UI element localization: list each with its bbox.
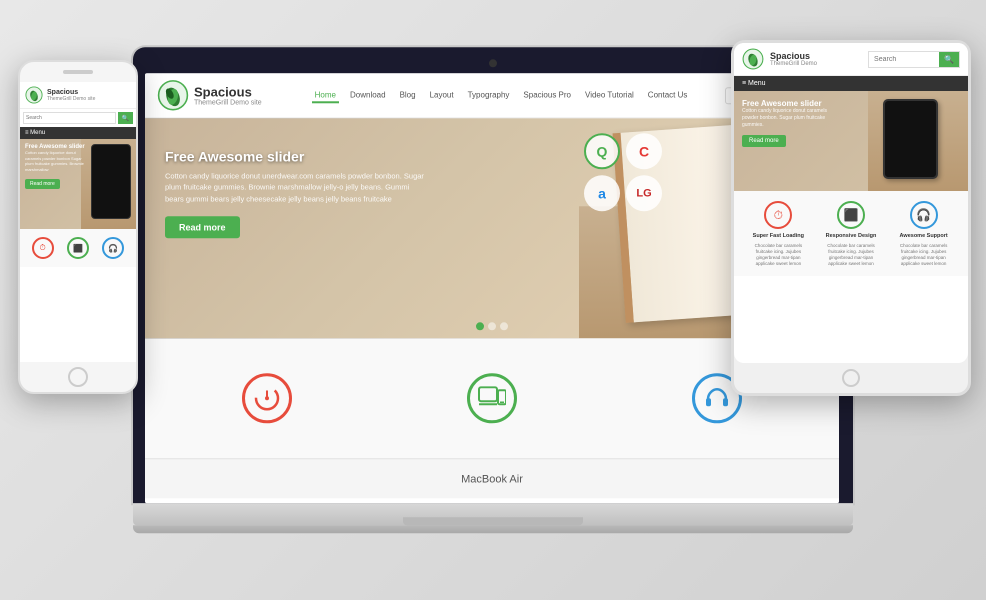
phone-screen: Spacious ThemeGrill Demo site 🔍 ≡ Menu [20,82,136,362]
phone-logo-name: Spacious [47,89,95,96]
speedometer-icon [254,385,280,411]
tablet-features: ⏱ Super Fast Loading Chocolate bar caram… [734,191,968,276]
tablet-search-button[interactable]: 🔍 [939,52,959,67]
feature-responsive [467,373,517,423]
tablet-screen: Spacious ThemeGrill Demo 🔍 ≡ Menu [734,43,968,363]
phone: Spacious ThemeGrill Demo site 🔍 ≡ Menu [18,60,138,394]
phone-speaker [63,70,93,74]
hero-content: Free Awesome slider Cotton candy liquori… [165,148,425,238]
footer-brand: MacBook Air [145,458,839,498]
tablet: Spacious ThemeGrill Demo 🔍 ≡ Menu [731,40,971,396]
logo-text: Spacious ThemeGrill Demo site [194,84,262,107]
nav-spacious-pro[interactable]: Spacious Pro [520,88,574,103]
brand-a-icon: a [584,175,620,211]
tablet-logo-sub: ThemeGrill Demo [770,61,817,67]
scene: Spacious ThemeGrill Demo site Home Downl… [0,0,986,600]
phone-home-button[interactable] [68,367,88,387]
tablet-responsive-title: Responsive Design [826,233,877,239]
laptop-camera [489,59,497,67]
phone-site-header: Spacious ThemeGrill Demo site [20,82,136,109]
tablet-logo-icon [742,48,764,70]
phone-support-icon: 🎧 [102,237,124,259]
tablet-hero-content: Free Awesome slider Cotton candy liquori… [742,99,842,147]
phone-search-input[interactable] [23,112,116,124]
tablet-site-header: Spacious ThemeGrill Demo 🔍 [734,43,968,76]
site-nav: Home Download Blog Layout Typography Spa… [277,88,725,103]
tablet-responsive-icon: ⬛ [837,201,865,229]
brand-c-icon: C [626,133,662,169]
tablet-support-icon: 🎧 [910,201,938,229]
hero-cta-button[interactable]: Read more [165,216,240,238]
tablet-menu-label: ≡ Menu [742,80,766,87]
phone-menu-bar[interactable]: ≡ Menu [20,127,136,139]
hero-dot-3[interactable] [500,322,508,330]
tablet-search-input[interactable] [869,54,939,65]
brand-icons-grid: Q C a LG [584,133,662,211]
tablet-hero-title: Free Awesome slider [742,99,842,108]
tablet-bottom [734,363,968,393]
tablet-hero-desc: Cotton candy liquorice donut caramels po… [742,108,842,129]
site-logo: Spacious ThemeGrill Demo site [157,79,277,111]
fast-icon-circle [242,373,292,423]
tablet-hero-button[interactable]: Read more [742,135,786,147]
logo-tagline: ThemeGrill Demo site [194,100,262,107]
logo-name: Spacious [194,84,262,100]
tablet-responsive-desc: Chocolate bar caramels fruitcake icing. … [821,243,881,266]
tablet-logo-name: Spacious [770,51,817,61]
tablet-hero: Free Awesome slider Cotton candy liquori… [734,91,968,191]
nav-home[interactable]: Home [312,88,339,103]
lg-icon: LG [626,175,662,211]
nav-typography[interactable]: Typography [465,88,513,103]
laptop-foot [133,525,853,533]
responsive-icon-circle [467,373,517,423]
hero-title: Free Awesome slider [165,148,425,164]
tablet-feature-responsive: ⬛ Responsive Design Chocolate bar carame… [821,201,881,266]
hero-desc: Cotton candy liquorice donut unerdwear.c… [165,170,425,204]
nav-blog[interactable]: Blog [397,88,419,103]
phone-fast-icon: ⏱ [32,237,54,259]
tablet-menu-bar[interactable]: ≡ Menu [734,76,968,91]
quark-icon: Q [584,133,620,169]
nav-layout[interactable]: Layout [427,88,457,103]
phone-hero-content: Free Awesome slider Cotton candy liquori… [25,144,90,190]
tablet-fast-title: Super Fast Loading [753,233,804,239]
phone-search-bar: 🔍 [20,109,136,127]
nav-contact[interactable]: Contact Us [645,88,691,103]
site-logo-icon [157,79,189,111]
phone-bottom [20,362,136,392]
phone-logo-icon [25,86,43,104]
phone-logo-info: Spacious ThemeGrill Demo site [47,89,95,102]
tablet-search-area: 🔍 [868,51,960,68]
phone-icons-mini: ⏱ ⬛ 🎧 [20,229,136,267]
phone-top [20,62,136,82]
tablet-home-button[interactable] [842,369,860,387]
laptop-base [133,503,853,525]
phone-hero-desc: Cotton candy liquorice donut caramels po… [25,150,90,172]
phone-hero-button[interactable]: Read more [25,179,60,189]
tablet-support-desc: Chocolate bar caramels fruitcake icing. … [894,243,954,266]
phone-hero-mini: Free Awesome slider Cotton candy liquori… [20,139,136,229]
phone-logo-sub: ThemeGrill Demo site [47,96,95,102]
headphones-icon [704,385,730,411]
tablet-logo-info: Spacious ThemeGrill Demo [770,51,817,67]
tablet-feature-fast: ⏱ Super Fast Loading Chocolate bar caram… [748,201,808,266]
macbook-label: MacBook Air [461,473,523,485]
phone-responsive-icon: ⬛ [67,237,89,259]
phone-menu-label: ≡ Menu [25,130,45,136]
feature-fast [242,373,292,423]
hero-dot-1[interactable] [476,322,484,330]
hero-dot-2[interactable] [488,322,496,330]
tablet-fast-desc: Chocolate bar caramels fruitcake icing. … [748,243,808,266]
nav-download[interactable]: Download [347,88,389,103]
tablet-support-title: Awesome Support [900,233,948,239]
hero-dots [476,322,508,330]
tablet-feature-support: 🎧 Awesome Support Chocolate bar caramels… [894,201,954,266]
nav-video-tutorial[interactable]: Video Tutorial [582,88,637,103]
tablet-fast-icon: ⏱ [764,201,792,229]
responsive-icon [478,386,506,410]
phone-search-button[interactable]: 🔍 [118,112,133,124]
